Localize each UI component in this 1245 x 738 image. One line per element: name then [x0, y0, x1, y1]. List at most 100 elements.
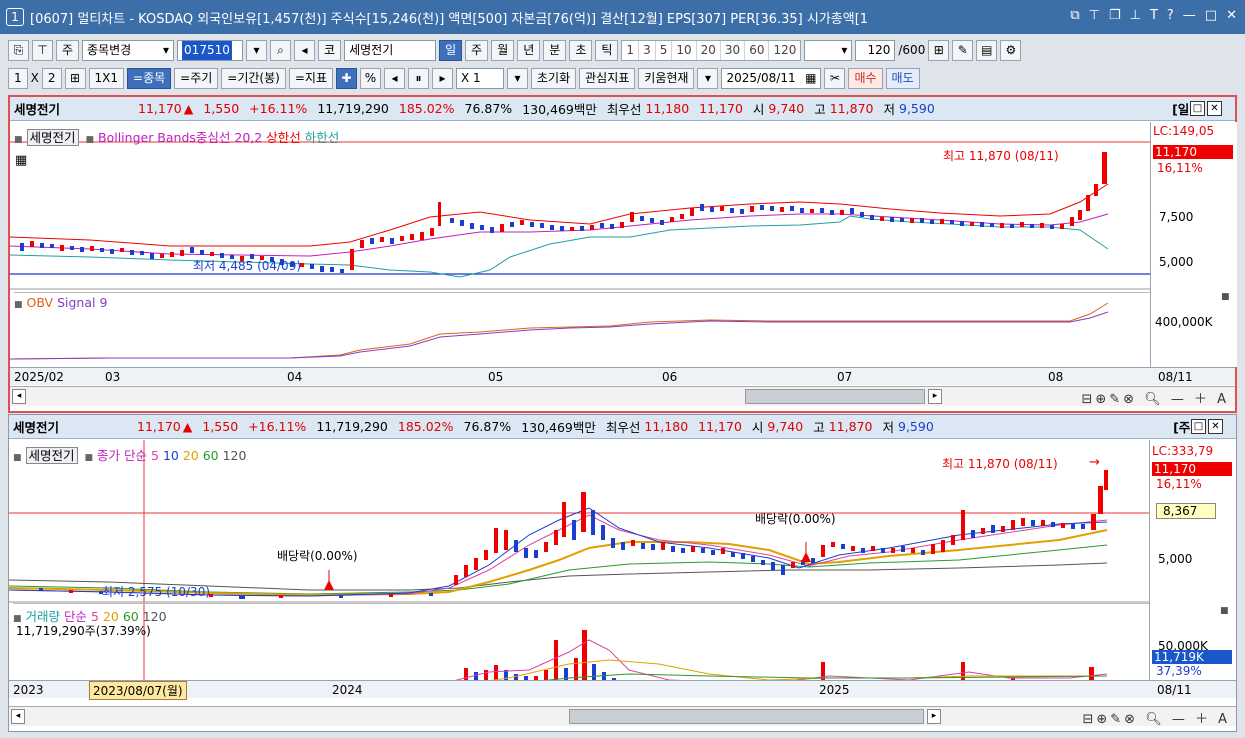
restore-icon[interactable]: ❐ — [1109, 8, 1121, 23]
interval-selector[interactable]: 1 3 5 10 20 30 60 120 — [621, 39, 802, 61]
scrollbar-daily[interactable]: ◂ ▸ ⊟⊕✎⊗ 🔍︎ — ＋ A — [10, 386, 1235, 407]
maximize-icon[interactable]: □ — [1205, 8, 1217, 23]
market-type-button[interactable]: 코 — [318, 39, 342, 61]
zoom-tools[interactable]: ⊟⊕✎⊗ 🔍︎ — ＋ A — [1082, 388, 1230, 407]
scroll-right-icon[interactable]: ▸ — [927, 709, 941, 724]
save-icon[interactable]: ▤ — [976, 39, 998, 61]
legend-signal[interactable]: Signal 9 — [57, 295, 107, 310]
panel-close-icon[interactable]: ✕ — [1208, 419, 1223, 434]
drawing-icon[interactable]: ✎ — [952, 39, 974, 61]
interval-60[interactable]: 60 — [745, 40, 770, 60]
pause-icon[interactable]: ⏸ — [407, 67, 429, 89]
legend-simple[interactable]: 단순 — [124, 448, 147, 463]
legend-ma120[interactable]: 120 — [223, 448, 247, 463]
period-tab-week[interactable]: 주 — [465, 39, 489, 61]
stock-name-field[interactable]: 세명전기 — [344, 39, 437, 61]
period-tab-tick[interactable]: 틱 — [595, 39, 619, 61]
chart-panel-weekly[interactable]: 세명전기 11,170 ▲ 1,550 +16.11% 11,719,290 1… — [8, 414, 1237, 732]
layout-2-button[interactable]: 2 — [41, 67, 62, 89]
calendar-icon: ▦ — [805, 70, 817, 85]
interval-10[interactable]: 10 — [672, 40, 697, 60]
custom-interval-combo[interactable]: ▾ — [804, 39, 853, 61]
legend-bb-lower[interactable]: 하한선 — [305, 130, 340, 145]
layout-1-button[interactable]: 1 — [8, 67, 28, 89]
stock-change-combo[interactable]: 종목변경 ▾ — [82, 39, 175, 61]
table-view-icon[interactable]: ▦ — [15, 153, 27, 168]
sell-button[interactable]: 매도 — [885, 67, 920, 89]
legend-ma10[interactable]: 10 — [163, 448, 179, 463]
chart-grid-icon[interactable]: ⊞ — [928, 39, 950, 61]
scroll-thumb[interactable] — [569, 709, 924, 724]
pin-icon[interactable]: ⊤ — [1089, 8, 1100, 23]
bar-count-input[interactable]: 120 — [855, 39, 896, 61]
settings-gear-icon[interactable]: ⚙ — [1000, 39, 1022, 61]
collapse-icon[interactable]: ■ — [1221, 292, 1230, 302]
interval-3[interactable]: 3 — [639, 40, 656, 60]
text-icon[interactable]: T — [1150, 8, 1158, 23]
sync-period-button[interactable]: =주기 — [174, 67, 219, 89]
collapse-icon[interactable]: ■ — [1220, 606, 1229, 616]
buy-button[interactable]: 매수 — [848, 67, 883, 89]
interval-5[interactable]: 5 — [656, 40, 673, 60]
kiwoom-dropdown-icon[interactable]: ▾ — [697, 67, 719, 89]
sync-range-button[interactable]: =기간(봉) — [221, 67, 286, 89]
percent-icon[interactable]: % — [359, 67, 381, 89]
stock-code-input[interactable]: 017510 — [177, 39, 244, 61]
kiwoom-current-button[interactable]: 키움현재 — [638, 67, 695, 89]
zoom-tools[interactable]: ⊟⊕✎⊗ 🔍︎ — ＋ A — [1083, 708, 1231, 727]
code-dropdown-icon[interactable]: ▾ — [246, 39, 268, 61]
pin-top-icon[interactable]: ⊥ — [1130, 8, 1141, 23]
legend-ma60[interactable]: 60 — [203, 448, 219, 463]
pin-icon[interactable]: ⊤ — [32, 39, 53, 61]
reset-button[interactable]: 초기화 — [530, 67, 577, 89]
link-icon[interactable]: ⧉ — [1070, 8, 1079, 23]
interval-30[interactable]: 30 — [721, 40, 746, 60]
speaker-icon[interactable]: ◂ — [294, 39, 316, 61]
legend-bb-upper[interactable]: 상한선 — [266, 130, 301, 145]
scroll-left-icon[interactable]: ◂ — [12, 389, 26, 404]
scrollbar-weekly[interactable]: ◂ ▸ ⊟⊕✎⊗ 🔍︎ — ＋ A — [9, 706, 1236, 727]
period-tab-month[interactable]: 월 — [491, 39, 515, 61]
chart-panel-daily[interactable]: 세명전기 11,170 ▲ 1,550 +16.11% 11,719,290 1… — [8, 95, 1237, 413]
period-tab-day[interactable]: 일 — [439, 39, 463, 61]
play-forward-icon[interactable]: ▸ — [431, 67, 453, 89]
speed-dropdown-icon[interactable]: ▾ — [506, 67, 528, 89]
legend-obv[interactable]: OBV — [27, 295, 54, 310]
interest-indicator-button[interactable]: 관심지표 — [579, 67, 636, 89]
search-icon[interactable]: ⌕ — [270, 39, 292, 61]
market-select[interactable]: 주 — [56, 39, 80, 61]
grid-layout-icon[interactable]: ⊞ — [64, 67, 86, 89]
legend-ma20[interactable]: 20 — [183, 448, 199, 463]
link-window-icon[interactable]: ⎘ — [8, 39, 29, 61]
period-tab-minute[interactable]: 분 — [543, 39, 567, 61]
scroll-right-icon[interactable]: ▸ — [928, 389, 942, 404]
help-icon[interactable]: ? — [1167, 8, 1174, 23]
legend-stock-name[interactable]: 세명전기 — [25, 447, 78, 464]
panel-restore-icon[interactable]: □ — [1190, 101, 1205, 116]
legend-bb-center[interactable]: Bollinger Bands중심선 20,2 — [98, 130, 262, 145]
play-back-icon[interactable]: ◂ — [383, 67, 405, 89]
interval-1[interactable]: 1 — [622, 40, 640, 60]
scroll-left-icon[interactable]: ◂ — [11, 709, 25, 724]
period-tab-year[interactable]: 년 — [517, 39, 541, 61]
legend-ma5[interactable]: 5 — [151, 448, 159, 463]
legend-close[interactable]: 종가 — [97, 448, 120, 463]
crosshair-icon[interactable]: ✚ — [335, 67, 357, 89]
sync-stock-button[interactable]: =종목 — [127, 67, 172, 89]
minimize-icon[interactable]: — — [1183, 8, 1196, 23]
close-icon[interactable]: ✕ — [1226, 8, 1237, 23]
panel-close-icon[interactable]: ✕ — [1207, 101, 1222, 116]
speed-select[interactable]: X 1 — [455, 67, 504, 89]
legend-square-icon: ■ — [14, 135, 23, 145]
interval-20[interactable]: 20 — [697, 40, 721, 60]
period-tab-second[interactable]: 초 — [569, 39, 593, 61]
date-input[interactable]: 2025/08/11 ▦ — [721, 67, 822, 89]
layout-1x1-button[interactable]: 1X1 — [88, 67, 125, 89]
order-setting-icon[interactable]: ✂ — [824, 67, 846, 89]
interval-120[interactable]: 120 — [769, 41, 800, 60]
sync-indicator-button[interactable]: =지표 — [288, 67, 333, 89]
scroll-thumb[interactable] — [745, 389, 925, 404]
legend-stock-name[interactable]: 세명전기 — [26, 129, 79, 146]
panel-restore-icon[interactable]: □ — [1191, 419, 1206, 434]
price-chart-weekly[interactable] — [9, 440, 1149, 690]
